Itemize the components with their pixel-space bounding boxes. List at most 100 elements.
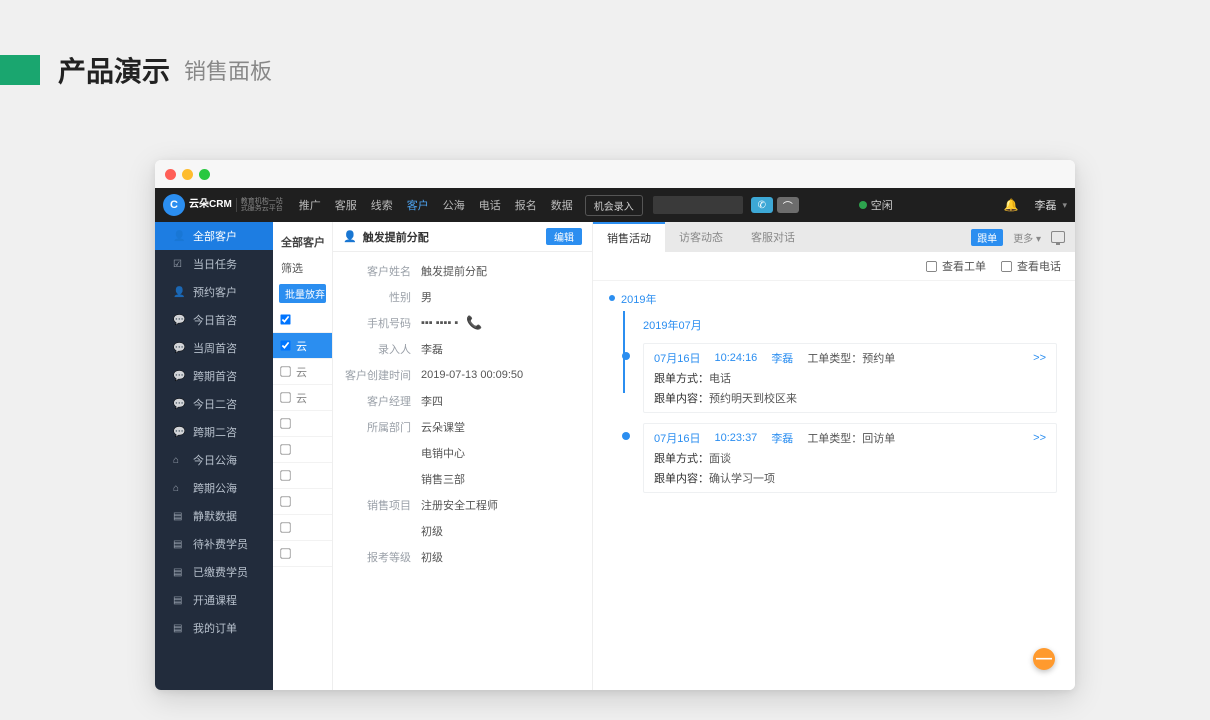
sidebar-item-0[interactable]: 👤全部客户: [155, 222, 273, 250]
nav-item-5[interactable]: 电话: [479, 197, 501, 213]
list-item[interactable]: [273, 515, 332, 541]
tab-0[interactable]: 销售活动: [593, 222, 665, 252]
row-checkbox[interactable]: [280, 522, 290, 532]
chevron-down-icon[interactable]: ▾: [1062, 200, 1067, 211]
card-user: 李磊: [771, 430, 793, 446]
fab-minus-button[interactable]: —: [1033, 648, 1055, 670]
list-item[interactable]: 云: [273, 385, 332, 411]
nav-item-4[interactable]: 公海: [443, 197, 465, 213]
field-label: 客户姓名: [333, 263, 421, 279]
more-button[interactable]: 更多 ▾: [1009, 229, 1045, 246]
tab-2[interactable]: 客服对话: [737, 222, 809, 252]
window-close-icon[interactable]: [165, 169, 176, 180]
row-checkbox[interactable]: [280, 548, 290, 558]
list-item[interactable]: 云: [273, 333, 332, 359]
sidebar-item-label: 全部客户: [193, 228, 237, 244]
list-item[interactable]: [273, 489, 332, 515]
row-text: 云: [296, 364, 307, 380]
field-value: 销售三部: [421, 471, 465, 487]
sidebar-item-label: 已缴费学员: [193, 564, 248, 580]
card-expand-button[interactable]: >>: [1033, 352, 1046, 364]
nav-item-2[interactable]: 线索: [371, 197, 393, 213]
sidebar-item-7[interactable]: 💬跨期二咨: [155, 418, 273, 446]
search-input[interactable]: [653, 196, 743, 214]
nav-item-1[interactable]: 客服: [335, 197, 357, 213]
nav-item-6[interactable]: 报名: [515, 197, 537, 213]
topbar: C 云朵CRM 教育机构一站 式服务云平台 推广客服线索客户公海电话报名数据 机…: [155, 188, 1075, 222]
sidebar-item-5[interactable]: 💬跨期首咨: [155, 362, 273, 390]
sidebar-item-2[interactable]: 👤预约客户: [155, 278, 273, 306]
sidebar-icon: 💬: [173, 371, 183, 382]
bulk-discard-chip[interactable]: 批量放弃: [279, 284, 326, 303]
sidebar-item-8[interactable]: ⌂今日公海: [155, 446, 273, 474]
window-min-icon[interactable]: [182, 169, 193, 180]
card-user: 李磊: [771, 350, 793, 366]
sidebar-icon: ⌂: [173, 483, 183, 494]
sidebar-icon: 💬: [173, 399, 183, 410]
sidebar-icon: ▤: [173, 567, 183, 578]
activity-card: 07月16日10:23:37李磊工单类型：回访单>>跟单方式：面谈跟单内容：确认…: [643, 423, 1057, 493]
row-checkbox[interactable]: [280, 314, 290, 324]
sidebar-icon: ⌂: [173, 455, 183, 466]
sidebar-item-6[interactable]: 💬 今日二咨: [155, 390, 273, 418]
sidebar-item-13[interactable]: ▤开通课程: [155, 586, 273, 614]
tab-1[interactable]: 访客动态: [665, 222, 737, 252]
nav-item-0[interactable]: 推广: [299, 197, 321, 213]
call-answer-button[interactable]: ✆: [751, 197, 773, 213]
sidebar-icon: ☑: [173, 259, 183, 270]
field-value: 李四: [421, 393, 443, 409]
list-item[interactable]: [273, 541, 332, 567]
timeline: 2019年 2019年07月 07月16日10:24:16李磊工单类型：预约单>…: [593, 281, 1075, 690]
row-checkbox[interactable]: [280, 340, 290, 350]
edit-button[interactable]: 编辑: [546, 228, 582, 245]
row-checkbox[interactable]: [280, 470, 290, 480]
card-time: 10:24:16: [714, 352, 757, 364]
list-item[interactable]: [273, 411, 332, 437]
bell-icon[interactable]: 🔔: [1004, 198, 1019, 212]
follow-tag[interactable]: 跟单: [971, 229, 1003, 246]
row-checkbox[interactable]: [280, 496, 290, 506]
monitor-icon[interactable]: [1051, 231, 1065, 243]
sidebar-item-10[interactable]: ▤静默数据: [155, 502, 273, 530]
opportunity-entry-button[interactable]: 机会录入: [585, 195, 643, 216]
sidebar-item-label: 今日二咨: [193, 396, 237, 412]
field-value: 2019-07-13 00:09:50: [421, 369, 523, 381]
person-icon: 👤: [343, 230, 357, 243]
sidebar-item-label: 我的订单: [193, 620, 237, 636]
sidebar-item-3[interactable]: 💬今日首咨: [155, 306, 273, 334]
view-phone-checkbox[interactable]: 查看电话: [1000, 258, 1061, 274]
timeline-month: 2019年07月: [643, 317, 1057, 333]
list-item[interactable]: [273, 437, 332, 463]
page-header: 产品演示 销售面板: [0, 0, 1210, 110]
field-value: 男: [421, 289, 432, 305]
row-checkbox[interactable]: [280, 392, 290, 402]
view-ticket-checkbox[interactable]: 查看工单: [925, 258, 986, 274]
filter-label[interactable]: 筛选: [273, 256, 332, 280]
sidebar-item-4[interactable]: 💬当周首咨: [155, 334, 273, 362]
call-hangup-button[interactable]: ⌒: [777, 197, 799, 213]
sidebar-item-12[interactable]: ▤ 已缴费学员: [155, 558, 273, 586]
row-checkbox[interactable]: [280, 418, 290, 428]
list-item[interactable]: [273, 307, 332, 333]
list-item[interactable]: 云: [273, 359, 332, 385]
sidebar-item-11[interactable]: ▤待补费学员: [155, 530, 273, 558]
window-max-icon[interactable]: [199, 169, 210, 180]
row-checkbox[interactable]: [280, 444, 290, 454]
field-row: 所属部门云朵课堂: [333, 414, 582, 440]
sidebar-item-14[interactable]: ▤我的订单: [155, 614, 273, 642]
sidebar-item-9[interactable]: ⌂跨期公海: [155, 474, 273, 502]
nav-item-7[interactable]: 数据: [551, 197, 573, 213]
accent-block: [0, 55, 40, 85]
sidebar-icon: 💬: [173, 315, 183, 326]
user-name[interactable]: 李磊: [1034, 197, 1056, 213]
nav-item-3[interactable]: 客户: [407, 197, 429, 213]
sidebar-item-1[interactable]: ☑当日任务: [155, 250, 273, 278]
list-item[interactable]: [273, 463, 332, 489]
timeline-year: 2019年: [621, 291, 1057, 307]
status-dot-icon: [859, 201, 867, 209]
card-expand-button[interactable]: >>: [1033, 432, 1046, 444]
row-checkbox[interactable]: [280, 366, 290, 376]
sidebar-icon: 👤: [173, 287, 183, 298]
field-label: 所属部门: [333, 419, 421, 435]
phone-icon[interactable]: 📞: [466, 315, 482, 331]
